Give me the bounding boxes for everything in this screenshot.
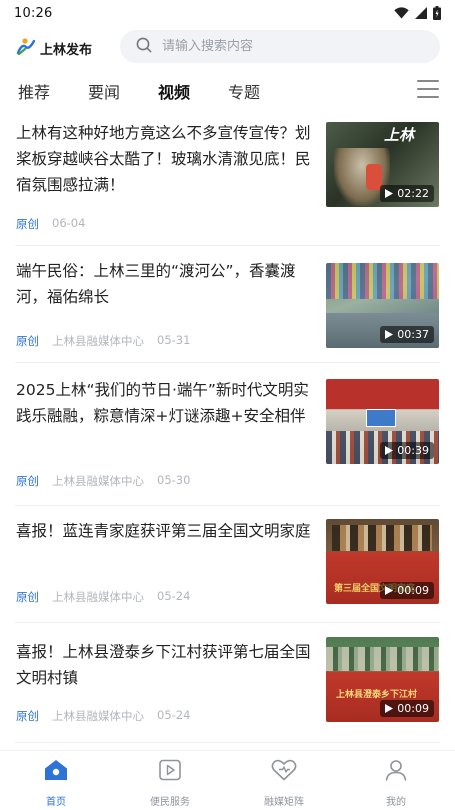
heart-icon xyxy=(271,759,297,785)
news-item[interactable]: 喜报！上林县澄泰乡下江村获评第七届全国文明村镇 原创 上林县融媒体中心 05-2… xyxy=(0,623,455,743)
home-icon xyxy=(44,759,68,785)
video-duration: 00:09 xyxy=(380,582,434,599)
play-icon xyxy=(385,330,394,339)
status-bar: 10:26 xyxy=(0,0,455,26)
video-thumbnail[interactable]: 上林 02:22 xyxy=(326,122,439,207)
search-bar[interactable] xyxy=(120,30,440,63)
nav-profile[interactable]: 我的 xyxy=(356,759,436,808)
signal-icon xyxy=(415,7,427,19)
thumb-caption: 上林县澄泰乡下江村 xyxy=(336,690,418,700)
play-icon xyxy=(385,704,394,713)
search-icon xyxy=(136,37,162,57)
user-icon xyxy=(384,759,408,785)
nav-services-label: 便民服务 xyxy=(150,797,190,808)
news-item[interactable]: 上林有这种好地方竟这么不多宣传宣传？划桨板穿越峡谷太酷了！玻璃水清澈见底！民宿氛… xyxy=(0,108,455,246)
news-title: 喜报！蓝连青家庭获评第三届全国文明家庭 xyxy=(16,522,311,540)
search-input[interactable] xyxy=(162,39,402,54)
origin-badge: 原创 xyxy=(16,474,39,488)
origin-badge: 原创 xyxy=(16,709,39,723)
status-time: 10:26 xyxy=(14,5,53,21)
video-thumbnail[interactable]: 第三届全国文明家庭 00:09 xyxy=(326,519,439,604)
nav-home-label: 首页 xyxy=(46,797,66,808)
news-date: 05-24 xyxy=(157,589,191,603)
wifi-icon xyxy=(394,7,409,19)
video-duration: 00:09 xyxy=(380,700,434,717)
video-thumbnail[interactable]: 00:37 xyxy=(326,263,439,348)
origin-badge: 原创 xyxy=(16,217,39,231)
nav-home[interactable]: 首页 xyxy=(16,759,96,808)
origin-badge: 原创 xyxy=(16,334,39,348)
nav-services[interactable]: 便民服务 xyxy=(130,759,210,808)
category-tabs: 推荐 要闻 视频 专题 xyxy=(0,74,455,108)
news-title: 2025上林“我们的节日·端午”新时代文明实践乐融融，粽意情深+灯谜添趣+安全相… xyxy=(16,381,309,425)
video-duration: 00:37 xyxy=(380,326,434,343)
nav-media-matrix-label: 融媒矩阵 xyxy=(264,797,304,808)
bottom-nav: 首页 便民服务 融媒矩阵 我的 xyxy=(0,750,455,810)
thumb-caption: 上林 xyxy=(384,126,415,144)
play-square-icon xyxy=(158,759,182,785)
tab-topics[interactable]: 专题 xyxy=(228,79,260,103)
news-date: 05-31 xyxy=(157,333,191,347)
news-source: 上林县融媒体中心 xyxy=(52,474,144,488)
app-logo: 上林发布 xyxy=(16,37,92,59)
news-title: 端午民俗：上林三里的“渡河公”，香囊渡河，福佑绵长 xyxy=(16,262,296,306)
logo-mark-icon xyxy=(16,37,36,59)
tab-headlines[interactable]: 要闻 xyxy=(88,79,120,103)
news-meta: 原创 上林县融媒体中心 05-24 xyxy=(16,589,190,605)
video-thumbnail[interactable]: 上林县澄泰乡下江村 00:09 xyxy=(326,637,439,722)
menu-icon[interactable] xyxy=(417,80,439,98)
news-title: 上林有这种好地方竟这么不多宣传宣传？划桨板穿越峡谷太酷了！玻璃水清澈见底！民宿氛… xyxy=(16,124,311,194)
news-item[interactable]: 喜报！蓝连青家庭获评第三届全国文明家庭 原创 上林县融媒体中心 05-24 第三… xyxy=(0,506,455,623)
app-header: 上林发布 xyxy=(0,30,455,64)
news-meta: 原创 06-04 xyxy=(16,216,85,232)
status-icons xyxy=(394,6,441,20)
origin-badge: 原创 xyxy=(16,590,39,604)
news-meta: 原创 上林县融媒体中心 05-24 xyxy=(16,708,190,724)
news-meta: 原创 上林县融媒体中心 05-31 xyxy=(16,333,190,349)
battery-icon xyxy=(433,6,441,20)
nav-profile-label: 我的 xyxy=(386,797,406,808)
nav-media-matrix[interactable]: 融媒矩阵 xyxy=(244,759,324,808)
news-date: 05-30 xyxy=(157,473,191,487)
logo-text: 上林发布 xyxy=(40,42,93,58)
news-title: 喜报！上林县澄泰乡下江村获评第七届全国文明村镇 xyxy=(16,643,311,687)
news-source: 上林县融媒体中心 xyxy=(52,334,144,348)
tab-video[interactable]: 视频 xyxy=(158,79,190,103)
video-duration: 00:39 xyxy=(380,442,434,459)
play-icon xyxy=(385,446,394,455)
video-thumbnail[interactable]: 00:39 xyxy=(326,379,439,464)
news-item[interactable]: 端午民俗：上林三里的“渡河公”，香囊渡河，福佑绵长 原创 上林县融媒体中心 05… xyxy=(0,246,455,363)
news-item[interactable]: 2025上林“我们的节日·端午”新时代文明实践乐融融，粽意情深+灯谜添趣+安全相… xyxy=(0,363,455,506)
play-icon xyxy=(385,586,394,595)
video-duration: 02:22 xyxy=(380,185,434,202)
tab-recommend[interactable]: 推荐 xyxy=(18,79,50,103)
news-date: 06-04 xyxy=(52,216,86,230)
news-source: 上林县融媒体中心 xyxy=(52,709,144,723)
news-date: 05-24 xyxy=(157,708,191,722)
play-icon xyxy=(385,189,394,198)
news-source: 上林县融媒体中心 xyxy=(52,590,144,604)
news-meta: 原创 上林县融媒体中心 05-30 xyxy=(16,473,190,489)
